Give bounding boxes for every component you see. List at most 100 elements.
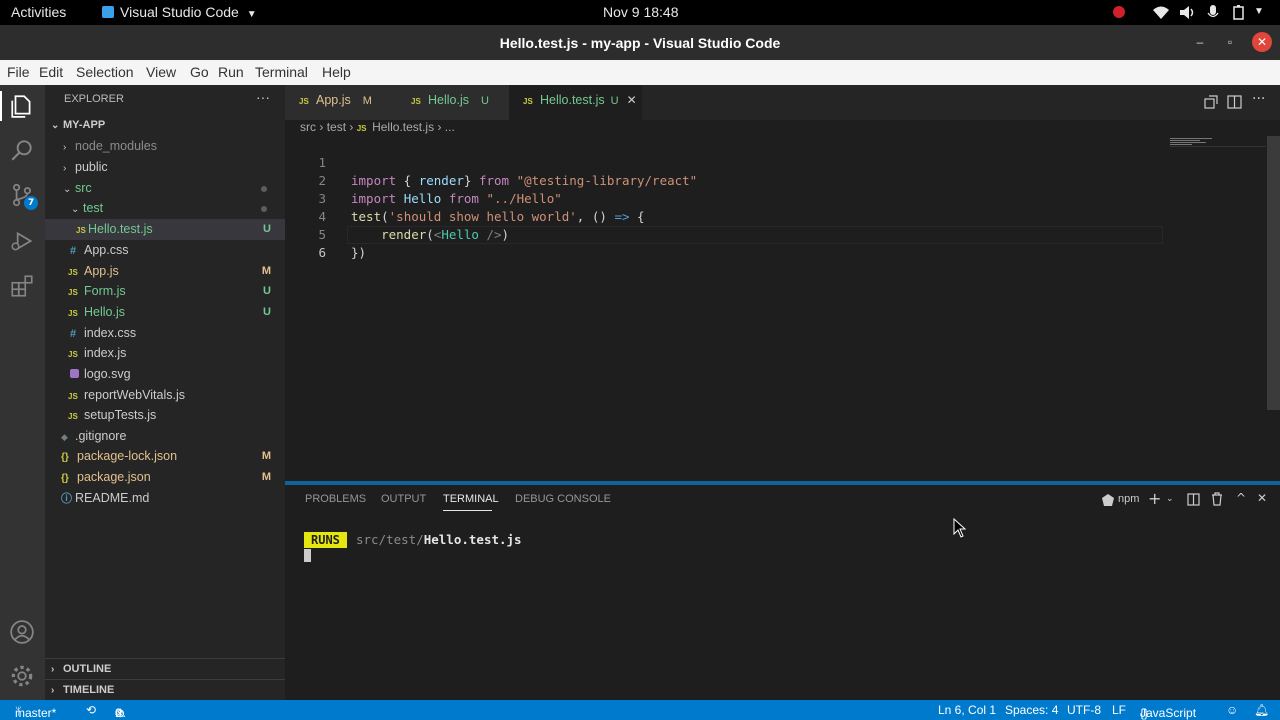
tree-item-form-js[interactable]: JS Form.js U bbox=[45, 281, 285, 302]
menu-edit[interactable]: Edit bbox=[39, 64, 63, 80]
app-menu-label: Visual Studio Code bbox=[120, 4, 239, 20]
timeline-section[interactable]: › TIMELINE bbox=[45, 680, 285, 701]
menu-selection[interactable]: Selection bbox=[76, 64, 134, 80]
tab-label: Hello.js bbox=[428, 93, 469, 107]
editor-more-actions-icon[interactable]: ··· bbox=[1252, 91, 1265, 107]
window-title: Hello.test.js - my-app - Visual Studio C… bbox=[499, 35, 781, 51]
system-menu-chevron-icon[interactable]: ▼ bbox=[1254, 6, 1264, 17]
code-editor[interactable]: 1 import { render} from "@testing-librar… bbox=[285, 136, 1165, 476]
project-root-label: MY-APP bbox=[63, 119, 106, 131]
line-ending[interactable]: LF bbox=[1112, 703, 1126, 717]
panel-tab-terminal[interactable]: TERMINAL bbox=[443, 493, 499, 505]
indentation[interactable]: Spaces: 4 bbox=[1005, 703, 1058, 717]
tree-item-label: node_modules bbox=[75, 139, 158, 153]
tab-hello-test-js[interactable]: JS Hello.test.js U ✕ bbox=[509, 85, 642, 120]
explorer-sidebar: EXPLORER ··· ⌄ MY-APP › node_modules › publ… bbox=[45, 85, 285, 700]
split-terminal-icon[interactable] bbox=[1187, 493, 1200, 506]
tab-app-js[interactable]: JS App.js M bbox=[285, 85, 397, 120]
warning-count: 0 bbox=[115, 706, 122, 720]
account-icon[interactable] bbox=[9, 619, 35, 645]
chevron-right-icon: › bbox=[51, 664, 55, 675]
tree-item-index-js[interactable]: JS index.js bbox=[45, 343, 285, 364]
editor-scrollbar[interactable] bbox=[1267, 136, 1280, 410]
search-icon[interactable] bbox=[9, 137, 35, 163]
files-icon[interactable] bbox=[9, 93, 35, 119]
menu-file[interactable]: File bbox=[7, 64, 30, 80]
tree-item-hello-js[interactable]: JS Hello.js U bbox=[45, 302, 285, 323]
tree-item-src[interactable]: ⌄ src bbox=[45, 178, 285, 199]
minimize-icon[interactable]: – bbox=[1189, 31, 1211, 53]
project-root[interactable]: ⌄ MY-APP bbox=[45, 115, 285, 136]
wifi-icon[interactable] bbox=[1153, 6, 1169, 19]
trash-icon[interactable] bbox=[1211, 492, 1223, 506]
microphone-icon[interactable] bbox=[1207, 4, 1219, 21]
svg-file-icon bbox=[70, 369, 79, 378]
battery-icon[interactable] bbox=[1233, 5, 1245, 20]
tree-item-package-lock-json[interactable]: {} package-lock.json M bbox=[45, 446, 285, 467]
bell-icon[interactable]: 🔔︎ bbox=[1254, 703, 1269, 717]
close-panel-icon[interactable]: ✕ bbox=[1257, 491, 1267, 505]
tree-item-readme-md[interactable]: ⓘ README.md bbox=[45, 488, 285, 509]
encoding[interactable]: UTF-8 bbox=[1067, 703, 1101, 717]
tree-item-logo-svg[interactable]: logo.svg bbox=[45, 364, 285, 385]
line-number: 6 bbox=[318, 245, 326, 260]
maximize-icon[interactable]: ▫ bbox=[1219, 31, 1241, 53]
tree-item-app-css[interactable]: # App.css bbox=[45, 240, 285, 261]
chevron-down-icon[interactable]: ⌄ bbox=[1166, 494, 1174, 504]
menu-help[interactable]: Help bbox=[322, 64, 351, 80]
chevron-right-icon: › bbox=[349, 120, 354, 134]
volume-icon[interactable] bbox=[1179, 5, 1195, 20]
panel-tab-debug-console[interactable]: DEBUG CONSOLE bbox=[515, 493, 611, 505]
menu-view[interactable]: View bbox=[146, 64, 176, 80]
app-menu[interactable]: Visual Studio Code ▼ bbox=[102, 4, 257, 20]
tree-item-package-json[interactable]: {} package.json M bbox=[45, 467, 285, 488]
breadcrumb-file[interactable]: Hello.test.js bbox=[372, 120, 434, 134]
panel-tab-output[interactable]: OUTPUT bbox=[381, 493, 426, 505]
tab-hello-js[interactable]: JS Hello.js U bbox=[397, 85, 509, 120]
menu-go[interactable]: Go bbox=[190, 64, 209, 80]
code-text: import Hello from "../Hello" bbox=[351, 191, 562, 206]
sync-icon[interactable]: ⟲ bbox=[86, 703, 96, 717]
git-status-badge: M bbox=[261, 265, 271, 277]
run-debug-icon[interactable] bbox=[9, 228, 35, 254]
js-file-icon: JS bbox=[68, 309, 78, 318]
close-icon[interactable]: ✕ bbox=[1252, 32, 1272, 52]
terminal-shell-label[interactable]: npm bbox=[1118, 493, 1139, 505]
more-actions-icon[interactable]: ··· bbox=[256, 89, 270, 105]
panel-tab-problems[interactable]: PROBLEMS bbox=[305, 493, 366, 505]
extensions-icon[interactable] bbox=[9, 273, 35, 299]
tree-item-public[interactable]: › public bbox=[45, 157, 285, 178]
info-file-icon: ⓘ bbox=[61, 493, 72, 505]
feedback-icon[interactable]: ☺ bbox=[1226, 703, 1238, 717]
split-editor-icon[interactable] bbox=[1227, 94, 1243, 110]
menu-terminal[interactable]: Terminal bbox=[255, 64, 308, 80]
chevron-right-icon: › bbox=[63, 142, 67, 153]
gear-icon[interactable] bbox=[9, 663, 35, 689]
breadcrumb-symbol[interactable]: ... bbox=[445, 120, 455, 134]
tree-item-index-css[interactable]: # index.css bbox=[45, 323, 285, 344]
tab-label: Hello.test.js bbox=[540, 93, 605, 107]
tree-item-gitignore[interactable]: ◆ .gitignore bbox=[45, 426, 285, 447]
open-changes-icon[interactable] bbox=[1203, 94, 1219, 110]
breadcrumb-test[interactable]: test bbox=[327, 120, 346, 134]
breadcrumb-src[interactable]: src bbox=[300, 120, 316, 134]
close-tab-icon[interactable]: ✕ bbox=[627, 93, 637, 107]
css-file-icon: # bbox=[70, 328, 77, 340]
minimap[interactable] bbox=[1170, 136, 1266, 150]
maximize-panel-icon[interactable]: ^ bbox=[1236, 491, 1246, 505]
activities-button[interactable]: Activities bbox=[11, 4, 66, 20]
tree-item-app-js[interactable]: JS App.js M bbox=[45, 261, 285, 282]
clock[interactable]: Nov 9 18:48 bbox=[603, 4, 679, 20]
tree-item-label: README.md bbox=[75, 491, 150, 505]
tree-item-hello-test-js[interactable]: JS Hello.test.js U bbox=[45, 219, 285, 240]
tree-item-reportwebvitals-js[interactable]: JS reportWebVitals.js bbox=[45, 385, 285, 406]
new-terminal-icon[interactable]: + bbox=[1148, 489, 1161, 508]
tree-item-node_modules[interactable]: › node_modules bbox=[45, 136, 285, 157]
tree-item-test[interactable]: ⌄ test bbox=[45, 198, 285, 219]
outline-section[interactable]: › OUTLINE bbox=[45, 659, 285, 680]
tree-item-setuptests-js[interactable]: JS setupTests.js bbox=[45, 405, 285, 426]
activity-bar: 7 bbox=[0, 85, 45, 700]
recording-indicator-icon[interactable] bbox=[1113, 6, 1125, 18]
cursor-position[interactable]: Ln 6, Col 1 bbox=[938, 703, 996, 717]
menu-run[interactable]: Run bbox=[218, 64, 244, 80]
